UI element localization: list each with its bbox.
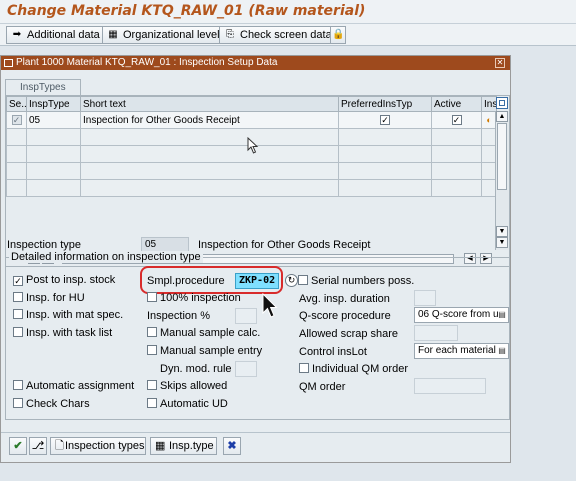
avg-insp-duration-label: Avg. insp. duration — [299, 293, 390, 305]
lock-icon: 🔒 — [332, 29, 345, 40]
additional-data-button[interactable]: ➡ Additional data — [6, 26, 105, 44]
hundred-pct-checkbox[interactable]: 100% inspection — [147, 292, 241, 304]
automatic-assignment-checkbox[interactable]: Automatic assignment — [13, 380, 134, 392]
skips-allowed-checkbox[interactable]: Skips allowed — [147, 380, 227, 392]
inspection-types-button[interactable]: 🗋 Inspection types — [50, 437, 146, 455]
col-header-select[interactable]: Se.. — [6, 96, 27, 112]
insp-type-label: Inspection type — [7, 239, 81, 251]
table-header-row: Se.. InspType Short text PreferredInsTyp… — [6, 96, 497, 112]
tabstrip: InspTypes — [5, 79, 512, 95]
manual-sample-calc-checkbox[interactable]: Manual sample calc. — [147, 327, 260, 339]
table-row[interactable]: ✓ 05 Inspection for Other Goods Receipt … — [6, 111, 497, 129]
insp-for-hu-checkbox[interactable]: Insp. for HU — [13, 292, 85, 304]
cancel-button[interactable]: ✖ — [223, 437, 241, 455]
lock-button[interactable]: 🔒 — [330, 26, 346, 44]
preferred-checkbox[interactable]: ✓ — [380, 114, 390, 125]
ghost-cursor-icon — [247, 137, 259, 154]
checkmark-icon: ✔ — [13, 440, 23, 452]
individual-qm-order-checkbox[interactable]: Individual QM order — [299, 363, 408, 375]
automatic-ud-checkbox[interactable]: Automatic UD — [147, 398, 228, 410]
highlight-annotation — [140, 266, 283, 294]
manual-sample-entry-checkbox[interactable]: Manual sample entry — [147, 345, 262, 357]
checkbox-box[interactable]: ✓ — [13, 276, 23, 286]
table-settings-icon[interactable] — [496, 97, 508, 109]
allowed-scrap-share-label: Allowed scrap share — [299, 328, 399, 340]
hierarchy-icon: ⎇ — [31, 440, 45, 452]
scroll-down-icon[interactable]: ▼ — [496, 226, 508, 237]
document-icon: 🗋 — [55, 440, 64, 452]
control-inslot-select[interactable]: For each material ▤ — [414, 343, 509, 359]
confirm-button[interactable]: ✔ — [9, 437, 27, 455]
qm-order-label: QM order — [299, 381, 346, 393]
close-icon[interactable]: ✕ — [495, 58, 505, 68]
org-levels-icon: ▦ — [108, 29, 118, 40]
serial-numbers-checkbox[interactable]: Serial numbers poss. — [298, 275, 414, 287]
insp-pct-label: Inspection % — [147, 310, 210, 322]
dropdown-icon[interactable]: ▤ — [498, 310, 506, 320]
scroll-end-icon[interactable]: ▼ — [496, 237, 508, 248]
arrow-right-icon: ➡ — [12, 29, 22, 40]
active-checkbox[interactable]: ✓ — [451, 114, 462, 125]
table-row — [6, 162, 497, 180]
check-screen-icon: ⎘ — [226, 29, 234, 40]
dropdown-icon[interactable]: ▤ — [498, 346, 506, 356]
insp-type-description: Inspection for Other Goods Receipt — [198, 239, 371, 251]
ins-status-icon[interactable]: ◐ — [486, 115, 491, 125]
insp-type-button[interactable]: ▦ Insp.type — [150, 437, 217, 455]
organizational-levels-button[interactable]: ▦ Organizational levels — [102, 26, 231, 44]
control-inslot-label: Control insLot — [299, 346, 367, 358]
table-icon: ▦ — [155, 440, 166, 452]
col-header-ins[interactable]: Ins — [481, 96, 497, 112]
cell-insptype: 05 — [26, 111, 81, 129]
row-select-checkbox[interactable]: ✓ — [11, 114, 22, 125]
post-to-insp-stock-checkbox[interactable]: ✓ Post to insp. stock — [13, 274, 115, 286]
dialog-footer: ✔ ⎇ 🗋 Inspection types ▦ Insp.type ✖ — [1, 432, 510, 460]
window-icon — [4, 59, 13, 67]
cell-short-text: Inspection for Other Goods Receipt — [80, 111, 339, 129]
scroll-up-icon[interactable]: ▲ — [496, 111, 508, 122]
refresh-button[interactable]: ↻ — [285, 274, 298, 287]
col-header-short-text[interactable]: Short text — [80, 96, 339, 112]
check-chars-checkbox[interactable]: Check Chars — [13, 398, 90, 410]
dyn-mod-rule-label: Dyn. mod. rule — [160, 363, 232, 375]
col-header-preferred[interactable]: PreferredInsTyp — [338, 96, 432, 112]
insp-with-mat-spec-checkbox[interactable]: Insp. with mat spec. — [13, 309, 123, 321]
mouse-cursor-icon — [262, 293, 278, 318]
window-title-bar: Change Material KTQ_RAW_01 (Raw material… — [0, 0, 576, 24]
dialog-title: Plant 1000 Material KTQ_RAW_01 : Inspect… — [16, 57, 278, 68]
avg-insp-duration-field[interactable] — [414, 290, 436, 306]
q-score-procedure-select[interactable]: 06 Q-score from u ▤ — [414, 307, 509, 323]
vertical-scrollbar[interactable]: ▲ ▼ ▼ — [495, 111, 509, 250]
check-screen-data-button[interactable]: ⎘ Check screen data — [219, 26, 337, 44]
qm-order-field[interactable] — [414, 378, 486, 394]
dyn-mod-rule-field[interactable] — [235, 361, 257, 377]
allowed-scrap-share-field[interactable] — [414, 325, 458, 341]
window-title: Change Material KTQ_RAW_01 (Raw material… — [7, 3, 366, 19]
cancel-icon: ✖ — [227, 440, 237, 452]
dialog-title-bar: Plant 1000 Material KTQ_RAW_01 : Inspect… — [1, 56, 510, 70]
refresh-icon: ↻ — [287, 275, 296, 285]
table-row — [6, 179, 497, 197]
q-score-procedure-label: Q-score procedure — [299, 310, 391, 322]
hierarchy-button[interactable]: ⎇ — [29, 437, 47, 455]
group-title: Detailed information on inspection type — [9, 251, 203, 263]
col-header-insptype[interactable]: InspType — [26, 96, 81, 112]
insp-pct-field[interactable] — [235, 308, 257, 324]
scroll-thumb[interactable] — [497, 123, 507, 190]
insp-with-task-list-checkbox[interactable]: Insp. with task list — [13, 327, 112, 339]
col-header-active[interactable]: Active — [431, 96, 482, 112]
tab-insptypes[interactable]: InspTypes — [5, 79, 81, 95]
application-toolbar: ➡ Additional data ▦ Organizational level… — [0, 24, 576, 46]
